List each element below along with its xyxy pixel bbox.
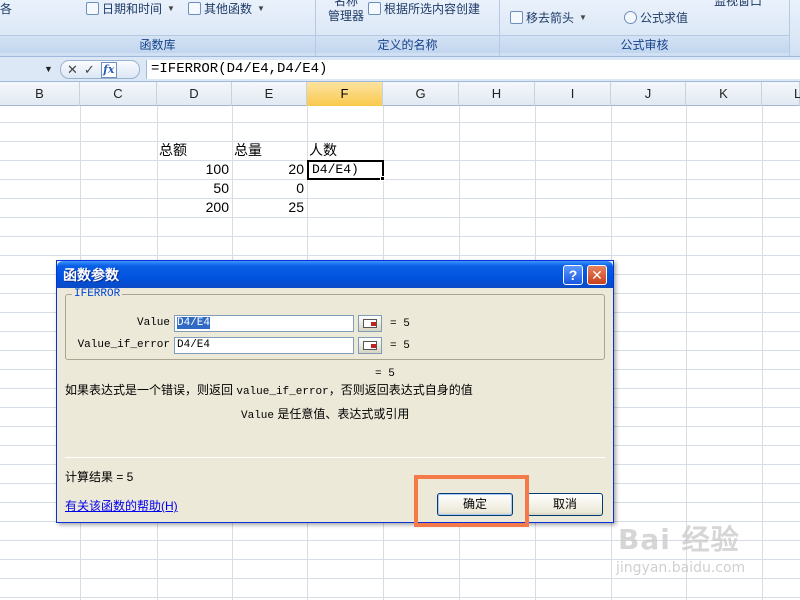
chevron-down-icon: ▼ — [579, 13, 587, 22]
column-header-g[interactable]: G — [383, 82, 459, 106]
value-collapse-button[interactable] — [358, 315, 382, 332]
formula-input[interactable]: =IFERROR(D4/E4,D4/E4) — [146, 60, 800, 79]
cancel-entry-icon[interactable]: ✕ — [67, 63, 78, 76]
other-functions-label: 其他函数 — [204, 2, 253, 16]
function-help-link[interactable]: 有关该函数的帮助(H) — [65, 497, 178, 514]
insert-function-button[interactable]: fx — [100, 61, 117, 78]
close-button[interactable]: ✕ — [587, 265, 607, 285]
arguments-fieldset: IFERROR Value D4/E4 = 5 Value_if_error D… — [65, 288, 605, 360]
confirm-entry-icon[interactable]: ✓ — [84, 63, 95, 76]
function-library-group: 各 日期和时间 ▼ 其他函数 ▼ 函数库 — [0, 0, 316, 56]
column-header-h[interactable]: H — [459, 82, 535, 106]
create-names-icon — [368, 2, 381, 15]
value-if-error-arg-input[interactable]: D4/E4 — [174, 337, 354, 354]
fill-handle[interactable] — [380, 176, 385, 181]
calendar-icon — [86, 2, 99, 15]
help-button[interactable]: ? — [563, 265, 583, 285]
range-select-icon — [363, 319, 377, 328]
cell-f3[interactable]: 人数 — [307, 141, 383, 160]
other-functions-button[interactable]: 其他函数 ▼ — [188, 0, 265, 17]
name-manager-label-2: 管理器 — [327, 9, 364, 23]
cell-d4[interactable]: 100 — [157, 160, 232, 179]
formula-auditing-group: 移去箭头 ▼ 公式求值 监视窗口 公式审核 — [500, 0, 790, 56]
value-if-error-arg-result: = 5 — [390, 340, 410, 352]
value-if-error-collapse-button[interactable] — [358, 337, 382, 354]
cell-e6[interactable]: 25 — [232, 198, 307, 217]
active-cell-f4[interactable]: D4/E4) — [307, 160, 384, 180]
description-part-a: 如果表达式是一个错误，则返回 — [65, 383, 237, 397]
cell-e5[interactable]: 0 — [232, 179, 307, 198]
name-manager-label-1: 名称 — [333, 0, 358, 8]
ribbon-partial-button[interactable]: 各 — [0, 0, 12, 17]
evaluate-formula-button[interactable]: 公式求值 — [624, 9, 688, 26]
cell-e4[interactable]: 20 — [232, 160, 307, 179]
function-arguments-dialog: 函数参数 ? ✕ IFERROR Value D4/E4 = 5 Value_i… — [56, 260, 614, 523]
remove-arrows-label: 移去箭头 — [526, 11, 575, 25]
function-name: IFERROR — [72, 288, 123, 300]
formula-bar: ▼ ✕ ✓ fx =IFERROR(D4/E4,D4/E4) — [0, 57, 800, 82]
column-header-i[interactable]: I — [535, 82, 611, 106]
column-header-j[interactable]: J — [611, 82, 686, 106]
defined-names-group: 名称 管理器 根据所选内容创建 定义的名称 — [316, 0, 500, 56]
create-from-selection-label: 根据所选内容创建 — [384, 2, 481, 16]
date-time-label: 日期和时间 — [102, 2, 163, 16]
cell-d3[interactable]: 总额 — [157, 141, 232, 160]
description-part-b: value_if_error — [236, 386, 329, 398]
name-box-dropdown-icon[interactable]: ▼ — [44, 64, 53, 74]
cell-d6[interactable]: 200 — [157, 198, 232, 217]
remove-arrows-button[interactable]: 移去箭头 ▼ — [510, 9, 587, 26]
arg-desc-name: Value — [241, 410, 275, 422]
arg-desc-text: 是任意值、表达式或引用 — [274, 407, 410, 421]
column-header-l[interactable]: L — [762, 82, 800, 106]
cancel-button[interactable]: 取消 — [527, 493, 603, 516]
formula-buttons: ✕ ✓ fx — [60, 60, 140, 79]
chevron-down-icon: ▼ — [167, 4, 175, 13]
ribbon: 各 日期和时间 ▼ 其他函数 ▼ 函数库 名称 管理器 根据所选内容创建 定义的… — [0, 0, 800, 57]
column-header-b[interactable]: B — [0, 82, 80, 106]
annotation-highlight-box — [414, 475, 529, 527]
cell-e3[interactable]: 总量 — [232, 141, 307, 160]
remove-arrows-icon — [510, 11, 523, 24]
date-time-button[interactable]: 日期和时间 ▼ — [86, 0, 175, 17]
cell-d5[interactable]: 50 — [157, 179, 232, 198]
group-label-formula-auditing: 公式审核 — [500, 35, 789, 53]
dialog-titlebar[interactable]: 函数参数 ? ✕ — [57, 261, 613, 288]
value-arg-input[interactable]: D4/E4 — [174, 315, 354, 332]
column-header-e[interactable]: E — [232, 82, 307, 106]
range-select-icon — [363, 341, 377, 350]
baidu-watermark: Bai 经验 jingyan.baidu.com — [612, 518, 792, 588]
evaluate-formula-icon — [624, 11, 637, 24]
value-arg-label: Value — [136, 317, 170, 329]
chevron-down-icon: ▼ — [257, 4, 265, 13]
value-if-error-arg-label: Value_if_error — [77, 339, 170, 351]
watermark-logo-text: Bai 经验 — [618, 523, 740, 556]
create-from-selection-button[interactable]: 根据所选内容创建 — [368, 0, 480, 17]
function-description: 如果表达式是一个错误，则返回 value_if_error，否则返回表达式自身的… — [65, 381, 473, 398]
value-arg-text: D4/E4 — [177, 317, 211, 329]
column-header-c[interactable]: C — [80, 82, 157, 106]
description-part-c: ，否则返回表达式自身的值 — [328, 383, 473, 397]
column-header-k[interactable]: K — [686, 82, 762, 106]
evaluate-formula-label: 公式求值 — [640, 11, 689, 25]
functions-icon — [188, 2, 201, 15]
watch-window-button[interactable]: 监视窗口 — [714, 0, 774, 9]
calculation-result: 计算结果 = 5 — [65, 470, 134, 484]
column-headers: B C D E F G H I J K L — [0, 82, 800, 106]
name-manager-button[interactable]: 名称 管理器 — [322, 0, 370, 24]
column-header-d[interactable]: D — [157, 82, 232, 106]
value-arg-result: = 5 — [390, 318, 410, 330]
formula-result-preview: = 5 — [375, 368, 395, 380]
group-label-function-library: 函数库 — [0, 35, 315, 53]
watermark-url: jingyan.baidu.com — [616, 560, 746, 576]
column-header-f[interactable]: F — [307, 82, 383, 106]
argument-description: Value 是任意值、表达式或引用 — [241, 405, 409, 422]
group-label-defined-names: 定义的名称 — [316, 35, 499, 53]
dialog-title: 函数参数 — [63, 267, 119, 283]
divider — [65, 457, 605, 458]
